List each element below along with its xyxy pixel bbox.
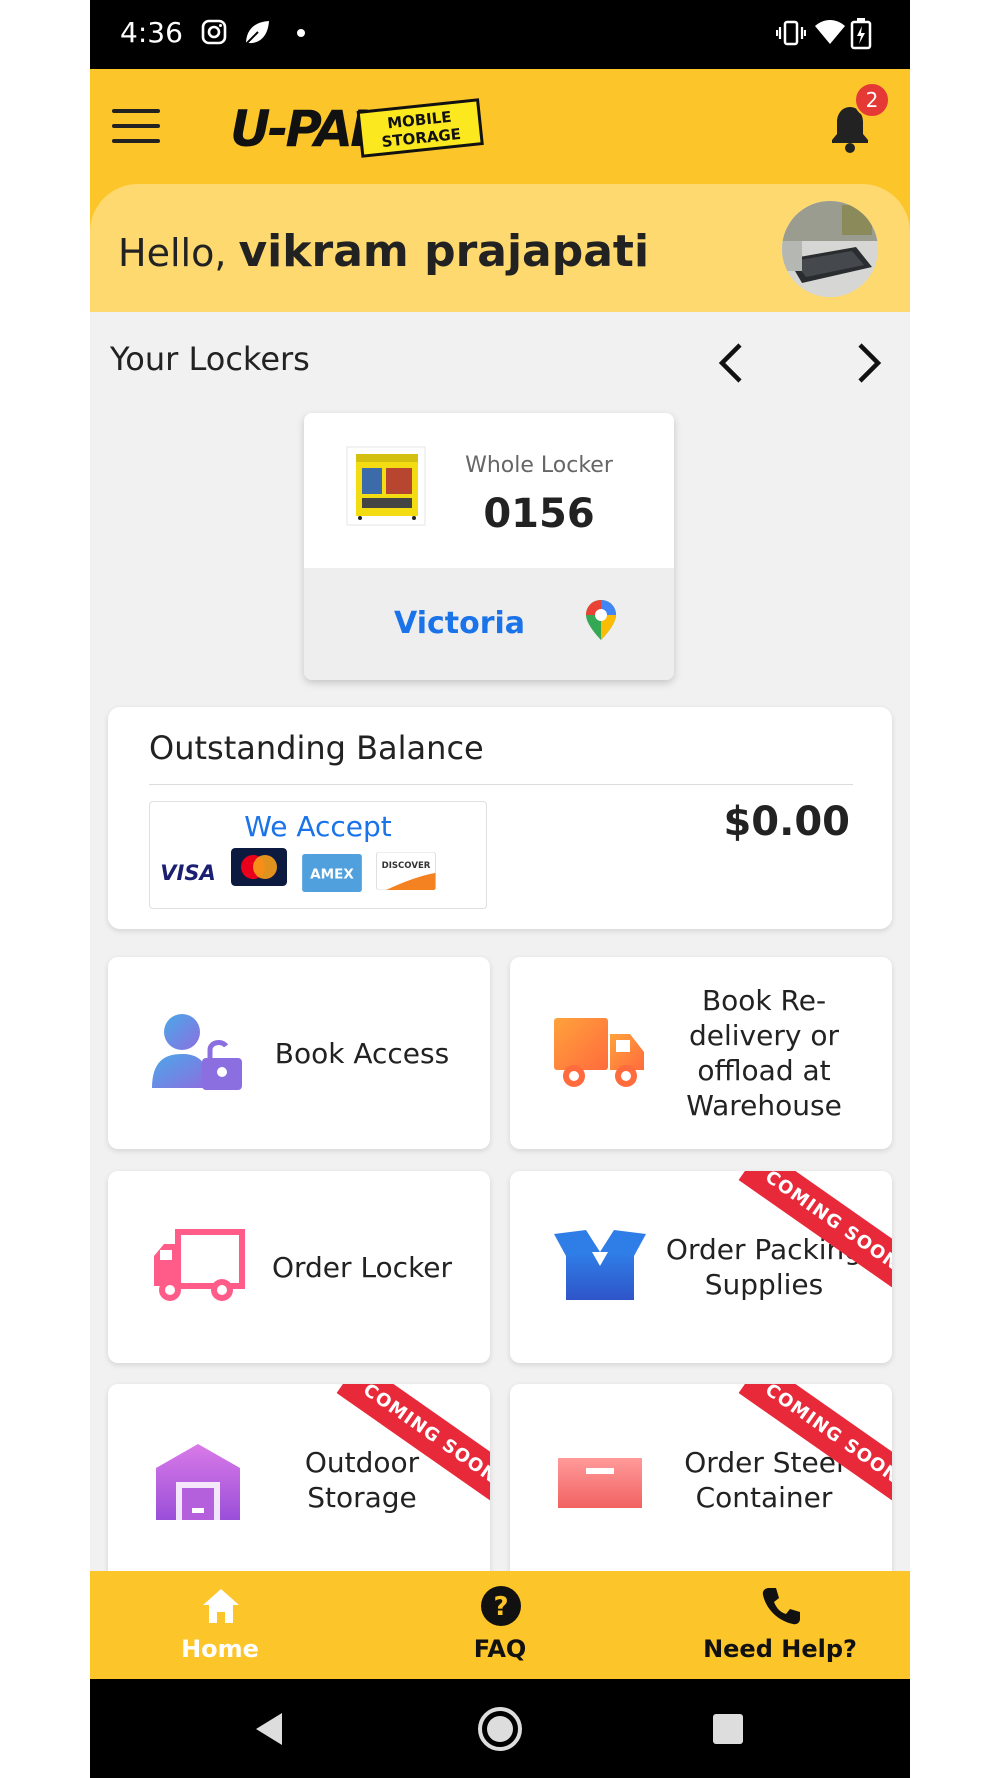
amex-logo: AMEX xyxy=(302,854,362,892)
user-name: vikram prajapati xyxy=(238,226,650,277)
chevron-right-icon[interactable] xyxy=(848,340,888,386)
greeting-text: Hello, vikram prajapati xyxy=(118,226,649,277)
balance-card: Outstanding Balance We Accept VISA AMEX … xyxy=(108,707,892,929)
accepted-cards-box: We Accept VISA AMEX DISCOVER xyxy=(149,801,487,909)
book-access-button[interactable]: Book Access xyxy=(108,957,490,1149)
map-pin-icon[interactable] xyxy=(584,598,618,642)
phone-icon xyxy=(762,1588,800,1625)
chevron-left-icon[interactable] xyxy=(712,340,752,386)
svg-text:VISA: VISA xyxy=(160,861,215,885)
nav-faq-label: FAQ xyxy=(473,1635,527,1663)
bottom-nav: Home ? FAQ Need Help? xyxy=(90,1571,910,1679)
question-icon: ? xyxy=(481,1586,521,1626)
lockers-title: Your Lockers xyxy=(110,340,310,378)
divider xyxy=(149,784,853,785)
greeting-hello: Hello, xyxy=(118,231,227,275)
app-screen: 4:36 U-PAK MOBILE STORAGE 2 Hello, vikra… xyxy=(90,0,910,1778)
upak-logo: U-PAK MOBILE STORAGE xyxy=(230,94,490,158)
book-redelivery-label: Book Re-delivery or offload at Warehouse xyxy=(686,984,842,1122)
order-packing-supplies-label: Order Packing Supplies xyxy=(665,1233,863,1301)
svg-text:?: ? xyxy=(493,1592,508,1622)
visa-logo: VISA xyxy=(160,861,215,885)
greeting-section: Hello, vikram prajapati xyxy=(90,184,910,312)
nav-need-help-label: Need Help? xyxy=(703,1635,857,1663)
status-time: 4:36 xyxy=(120,16,183,49)
vibrate-icon xyxy=(776,20,806,46)
discover-logo: DISCOVER xyxy=(376,852,436,890)
back-icon[interactable] xyxy=(252,1711,286,1747)
mastercard-logo xyxy=(231,848,287,886)
notification-badge: 2 xyxy=(854,82,890,118)
home-circle-icon[interactable] xyxy=(476,1705,524,1753)
order-packing-supplies-button[interactable]: Order Packing Supplies COMING SOON xyxy=(510,1171,892,1363)
container-icon xyxy=(558,1458,642,1508)
locker-location[interactable]: Victoria xyxy=(394,606,525,641)
menu-icon[interactable] xyxy=(112,109,160,143)
status-bar: 4:36 xyxy=(90,0,910,69)
avatar[interactable] xyxy=(782,201,878,297)
locker-image xyxy=(346,446,426,526)
recents-icon[interactable] xyxy=(712,1713,744,1745)
we-accept-label: We Accept xyxy=(244,810,392,843)
truck-icon xyxy=(154,1229,245,1301)
book-redelivery-button[interactable]: Book Re-delivery or offload at Warehouse xyxy=(510,957,892,1149)
locker-type: Whole Locker xyxy=(465,453,613,478)
nav-home-label: Home xyxy=(181,1635,259,1663)
nav-home[interactable]: Home xyxy=(120,1571,320,1679)
leaf-icon xyxy=(245,21,269,45)
outdoor-storage-button[interactable]: Outdoor Storage COMING SOON xyxy=(108,1384,490,1584)
balance-title: Outstanding Balance xyxy=(149,729,484,767)
wifi-icon xyxy=(815,20,845,44)
home-icon xyxy=(203,1589,239,1623)
locker-location-bar: Victoria xyxy=(304,568,674,680)
locker-number: 0156 xyxy=(483,491,595,537)
instagram-icon xyxy=(201,19,227,45)
outdoor-storage-label: Outdoor Storage xyxy=(304,1446,420,1514)
nav-faq[interactable]: ? FAQ xyxy=(400,1571,600,1679)
battery-icon xyxy=(850,18,872,50)
app-header: U-PAK MOBILE STORAGE 2 xyxy=(90,69,910,184)
delivery-truck-icon xyxy=(554,1018,644,1087)
svg-text:AMEX: AMEX xyxy=(310,866,354,882)
order-steel-container-label: Order Steel Container xyxy=(684,1446,844,1514)
locker-card[interactable]: Whole Locker 0156 Victoria xyxy=(304,413,674,680)
order-locker-label: Order Locker xyxy=(271,1250,453,1284)
balance-amount: $0.00 xyxy=(723,799,850,845)
order-steel-container-button[interactable]: Order Steel Container COMING SOON xyxy=(510,1384,892,1584)
dot-icon xyxy=(297,29,305,37)
book-access-label: Book Access xyxy=(274,1036,450,1070)
svg-text:DISCOVER: DISCOVER xyxy=(382,861,431,871)
open-box-icon xyxy=(554,1230,646,1300)
system-nav-bar xyxy=(90,1679,910,1778)
nav-need-help[interactable]: Need Help? xyxy=(680,1571,880,1679)
warehouse-icon xyxy=(156,1444,240,1520)
user-lock-icon xyxy=(152,1014,242,1090)
order-locker-button[interactable]: Order Locker xyxy=(108,1171,490,1363)
